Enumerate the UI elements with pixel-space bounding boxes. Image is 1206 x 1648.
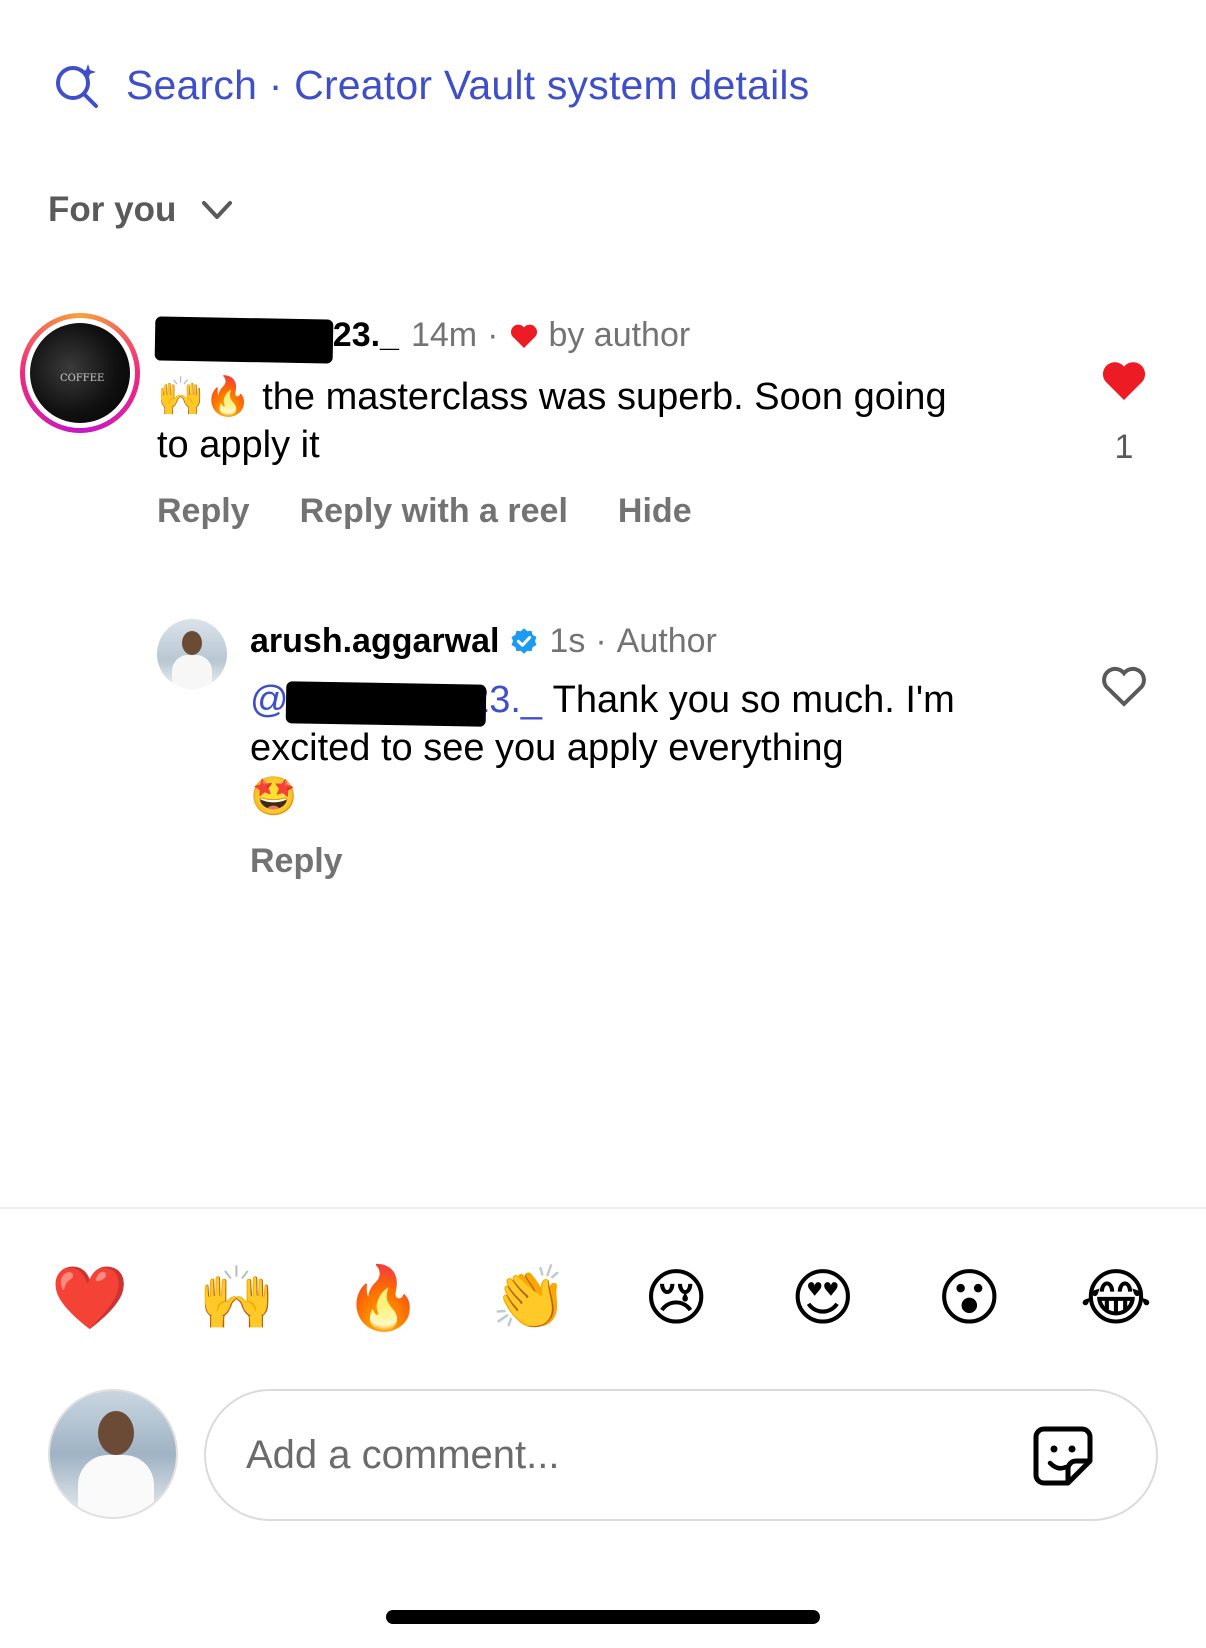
reply-time: 1s [549,622,586,660]
liked-by-author-label: by author [548,316,691,354]
comment-body: 🙌🔥 the masterclass was superb. Soon goin… [157,372,977,469]
reply-button[interactable]: Reply [157,492,250,531]
comment-text: the masterclass was superb. Soon going t… [157,376,947,466]
reply-actions: Reply [250,842,343,881]
reaction-raised-hands[interactable]: 🙌 [197,1263,277,1333]
separator-dot: · [595,622,607,660]
search-sparkle-icon [56,64,98,108]
like-count: 1 [1114,428,1134,466]
commenter-avatar[interactable]: COFFEE [20,313,140,433]
redaction-mark [154,316,334,364]
reply-emoji: 🤩 [250,774,298,818]
comment-username[interactable]: evasinclair23._ [154,316,399,364]
comment-actions: Reply Reply with a reel Hide [157,492,692,531]
my-avatar [48,1389,178,1519]
comment-like[interactable]: 1 [1100,358,1148,467]
reply-like[interactable] [1100,664,1148,713]
sort-filter[interactable]: For you [48,190,236,230]
redaction-mark [285,681,487,727]
filter-label: For you [48,190,177,229]
reaction-fire[interactable]: 🔥 [343,1263,423,1333]
reaction-heart-eyes[interactable]: 😍 [783,1263,863,1333]
reply-body: @evasinclair23._ Thank you so much. I'm … [250,676,1030,821]
search-label[interactable]: Search · Creator Vault system details [126,62,809,109]
reaction-surprised[interactable]: 😮 [929,1263,1009,1333]
quick-reactions: ❤️ 🙌 🔥 👏 😢 😍 😮 😂 [50,1263,1156,1333]
reaction-crying[interactable]: 😢 [636,1263,716,1333]
reaction-laughing[interactable]: 😂 [1076,1263,1156,1333]
reply-button[interactable]: Reply [250,842,343,880]
heart-filled-icon[interactable] [1100,358,1148,402]
reaction-heart[interactable]: ❤️ [50,1263,130,1333]
author-label: Author [616,622,717,660]
reply-avatar[interactable] [157,619,227,689]
reply-username[interactable]: arush.aggarwal [250,622,499,661]
mention-link[interactable]: @evasinclair23._ [250,679,553,727]
hide-button[interactable]: Hide [618,492,692,531]
reply-header: arush.aggarwal 1s · Author [250,622,717,661]
verified-badge-icon [511,627,537,654]
heart-outline-icon[interactable] [1100,664,1148,708]
reply-with-reel-button[interactable]: Reply with a reel [300,492,568,531]
divider [0,1207,1206,1209]
comment-placeholder[interactable]: Add a comment... [246,1433,559,1478]
heart-filled-icon [511,324,538,348]
home-indicator [386,1610,820,1624]
chevron-down-icon [202,201,233,219]
comment-emoji: 🙌🔥 [157,374,252,418]
comment-input[interactable]: Add a comment... [204,1389,1158,1521]
reaction-clap[interactable]: 👏 [490,1263,570,1333]
comment-time: 14m [410,316,478,354]
comment-header: evasinclair23._ 14m · by author [154,316,691,364]
sticker-icon[interactable] [1030,1423,1096,1489]
search-bar[interactable]: Search · Creator Vault system details [52,60,809,110]
separator-dot: · [487,316,499,354]
